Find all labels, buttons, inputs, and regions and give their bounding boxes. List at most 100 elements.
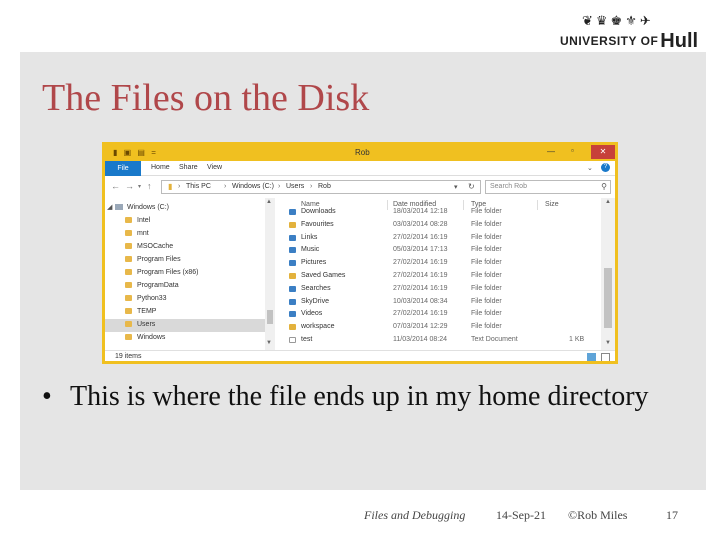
tree-item[interactable]: mnt — [105, 228, 265, 241]
file-row[interactable]: Searches 27/02/2014 16:19 File folder — [279, 283, 589, 296]
search-icon[interactable]: ⚲ — [601, 182, 607, 191]
tab-home[interactable]: Home — [151, 164, 170, 171]
file-row[interactable]: SkyDrive 10/03/2014 08:34 File folder — [279, 296, 589, 309]
file-row[interactable]: Pictures 27/02/2014 16:19 File folder — [279, 257, 589, 270]
tab-view[interactable]: View — [207, 164, 222, 171]
large-icons-view-icon[interactable] — [601, 353, 610, 361]
folder-icon — [289, 260, 296, 267]
tab-share[interactable]: Share — [179, 164, 198, 171]
item-count: 19 items — [115, 353, 142, 360]
breadcrumb-users[interactable]: Users — [286, 183, 304, 190]
file-row[interactable]: Videos 27/02/2014 16:19 File folder — [279, 308, 589, 321]
slide-title: The Files on the Disk — [42, 77, 370, 119]
file-row[interactable]: Favourites 03/03/2014 08:28 File folder — [279, 219, 589, 232]
scrollbar-thumb[interactable] — [604, 268, 612, 328]
tree-item-label: MSOCache — [137, 243, 174, 250]
scroll-down-icon[interactable]: ▼ — [605, 340, 611, 346]
folder-icon — [289, 247, 296, 254]
slide-number: 17 — [666, 508, 678, 522]
tree-item-label: TEMP — [137, 308, 157, 315]
search-input[interactable]: Search Rob — [490, 183, 527, 190]
footer-date: 14-Sep-21 — [496, 508, 546, 522]
breadcrumb-this-pc[interactable]: This PC — [186, 183, 211, 190]
tree-item-label: Program Files (x86) — [137, 269, 199, 276]
up-arrow-icon[interactable]: ↑ — [147, 181, 152, 191]
file-name: Videos — [301, 310, 323, 318]
tree-item[interactable]: Intel — [105, 215, 265, 228]
file-type: File folder — [471, 284, 502, 292]
forward-arrow-icon[interactable]: → — [125, 181, 134, 191]
quick-access-toolbar-icon[interactable]: ▮ ▣ ▤ = — [113, 148, 158, 157]
file-row[interactable]: Saved Games 27/02/2014 16:19 File folder — [279, 270, 589, 283]
folder-icon — [125, 308, 132, 314]
tree-item[interactable]: ProgramData — [105, 280, 265, 293]
logo-wordmark: UNIVERSITY OF Hull — [560, 28, 699, 52]
scroll-down-icon[interactable]: ▼ — [266, 340, 272, 346]
folder-icon — [289, 324, 296, 331]
breadcrumb-rob[interactable]: Rob — [318, 183, 331, 190]
tree-item-label: Users — [137, 321, 156, 328]
navigation-scrollbar[interactable]: ▲ ▼ — [265, 198, 275, 350]
ribbon-expand-icon[interactable]: ⌄ — [587, 164, 593, 172]
tree-item-label: Python33 — [137, 295, 167, 302]
file-row[interactable]: test 11/03/2014 08:24 Text Document 1 KB — [279, 334, 589, 347]
folder-icon — [125, 295, 132, 301]
back-arrow-icon[interactable]: ← — [111, 181, 120, 191]
file-date: 11/03/2014 08:24 — [393, 336, 447, 343]
file-date: 27/02/2014 16:19 — [393, 233, 448, 241]
search-box[interactable]: Search Rob ⚲ — [485, 180, 611, 194]
logo-hull-text: Hull — [660, 30, 699, 52]
file-list-scrollbar[interactable]: ▲ ▼ — [601, 198, 615, 350]
tree-item[interactable]: Windows — [105, 332, 265, 345]
file-row[interactable]: Downloads 18/03/2014 12:18 File folder — [279, 206, 589, 219]
expand-icon[interactable]: ◢ — [107, 203, 112, 211]
file-type: File folder — [471, 272, 502, 279]
folder-icon — [125, 321, 132, 327]
drive-icon — [115, 204, 123, 210]
file-date: 27/02/2014 16:19 — [393, 310, 448, 318]
scrollbar-thumb[interactable] — [267, 310, 273, 324]
maximize-icon[interactable]: ▫ — [571, 146, 574, 155]
file-row[interactable]: Music 05/03/2014 17:13 File folder — [279, 244, 589, 257]
close-icon[interactable]: ✕ — [591, 145, 615, 159]
tab-file[interactable]: File — [105, 161, 141, 176]
tree-item[interactable]: Python33 — [105, 293, 265, 306]
folder-icon — [289, 234, 296, 241]
folder-icon — [289, 221, 296, 228]
window-title: Rob — [355, 148, 370, 157]
navigation-pane: ◢ Windows (C:) Intel mnt MSOCache Program Fil… — [105, 198, 275, 350]
scroll-up-icon[interactable]: ▲ — [605, 199, 611, 205]
refresh-icon[interactable]: ↻ — [468, 182, 475, 191]
file-date: 05/03/2014 17:13 — [393, 246, 448, 254]
file-type: Text Document — [471, 336, 518, 343]
recent-locations-icon[interactable]: ▾ — [138, 183, 141, 190]
tree-item[interactable]: Program Files — [105, 254, 265, 267]
tree-item[interactable]: TEMP — [105, 306, 265, 319]
minimize-icon[interactable]: — — [547, 147, 555, 156]
file-row[interactable]: workspace 07/03/2014 12:29 File folder — [279, 321, 589, 334]
tree-item[interactable]: ◢ Windows (C:) — [105, 202, 265, 215]
scroll-up-icon[interactable]: ▲ — [266, 199, 272, 205]
help-icon[interactable]: ? — [601, 163, 610, 172]
address-dropdown-icon[interactable]: ▾ — [454, 183, 458, 191]
file-list: Name Date modified Type Size Downloads 18… — [279, 198, 591, 350]
tree-item[interactable]: MSOCache — [105, 241, 265, 254]
file-row[interactable]: Links 27/02/2014 16:19 File folder — [279, 232, 589, 245]
address-bar[interactable]: ▮ › This PC › Windows (C:) › Users › Rob… — [161, 180, 481, 194]
file-name: test — [301, 336, 313, 343]
folder-icon — [289, 285, 296, 292]
bullet-symbol: • — [42, 381, 52, 412]
folder-icon — [289, 298, 296, 305]
navigation-bar: ← → ▾ ↑ ▮ › This PC › Windows (C:) › Use… — [105, 176, 615, 198]
tree-item[interactable]: Users — [105, 319, 265, 332]
folder-icon — [125, 269, 132, 275]
tree-item[interactable]: Program Files (x86) — [105, 267, 265, 280]
breadcrumb-windows-c[interactable]: Windows (C:) — [232, 183, 274, 190]
tree-item-label: Intel — [137, 217, 151, 224]
tree-item-label: ProgramData — [137, 282, 179, 289]
file-name: workspace — [301, 323, 335, 331]
folder-icon — [125, 334, 132, 340]
folder-icon — [289, 209, 296, 215]
details-view-icon[interactable] — [587, 353, 596, 361]
file-date: 27/02/2014 16:19 — [393, 284, 448, 292]
